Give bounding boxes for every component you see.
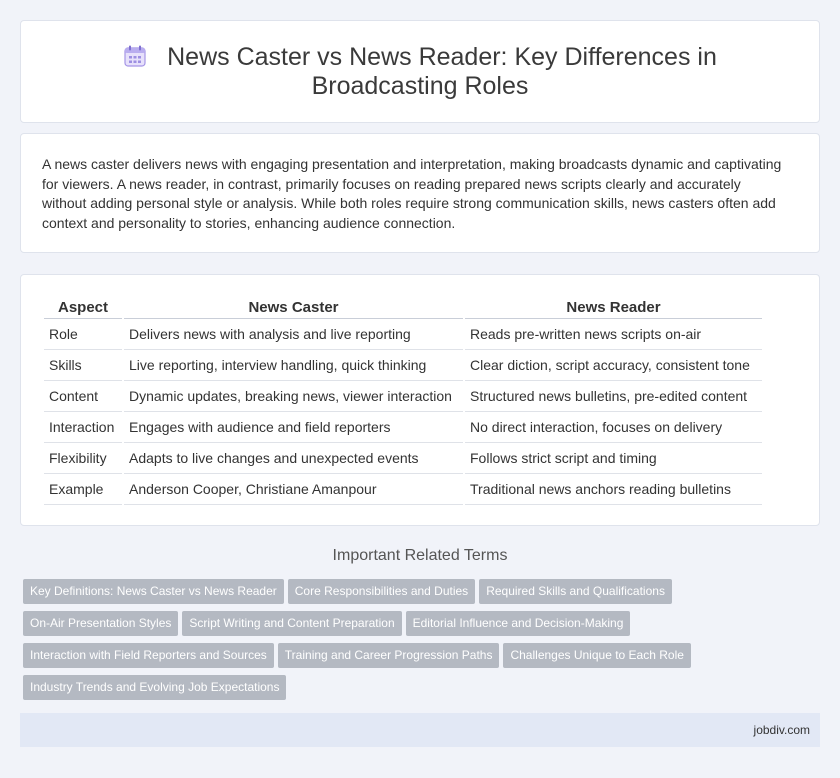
table-row: Interaction Engages with audience and fi… [44, 412, 762, 443]
cell-aspect: Skills [44, 350, 122, 381]
related-term-tag[interactable]: Editorial Influence and Decision-Making [405, 611, 631, 636]
cell-news-reader: Traditional news anchors reading bulleti… [465, 474, 762, 505]
cell-aspect: Interaction [44, 412, 122, 443]
cell-news-caster: Live reporting, interview handling, quic… [124, 350, 463, 381]
related-term-tag[interactable]: Core Responsibilities and Duties [287, 579, 476, 604]
table-header-row: Aspect News Caster News Reader [44, 297, 762, 319]
cell-news-reader: Clear diction, script accuracy, consiste… [465, 350, 762, 381]
related-term-tag[interactable]: On-Air Presentation Styles [23, 611, 179, 636]
cell-news-caster: Dynamic updates, breaking news, viewer i… [124, 381, 463, 412]
cell-news-reader: Reads pre-written news scripts on-air [465, 319, 762, 350]
intro-card: A news caster delivers news with engagin… [20, 133, 820, 253]
table-row: Example Anderson Cooper, Christiane Aman… [44, 474, 762, 505]
cell-news-reader: No direct interaction, focuses on delive… [465, 412, 762, 443]
footer: jobdiv.com [20, 713, 820, 747]
intro-paragraph: A news caster delivers news with engagin… [42, 156, 782, 231]
comparison-card: Aspect News Caster News Reader Role Deli… [20, 274, 820, 526]
related-term-tag[interactable]: Challenges Unique to Each Role [503, 643, 691, 668]
cell-news-caster: Anderson Cooper, Christiane Amanpour [124, 474, 463, 505]
cell-aspect: Content [44, 381, 122, 412]
cell-news-caster: Engages with audience and field reporter… [124, 412, 463, 443]
cell-aspect: Flexibility [44, 443, 122, 474]
table-row: Skills Live reporting, interview handlin… [44, 350, 762, 381]
comparison-table: Aspect News Caster News Reader Role Deli… [42, 297, 764, 505]
cell-news-caster: Adapts to live changes and unexpected ev… [124, 443, 463, 474]
cell-news-reader: Structured news bulletins, pre-edited co… [465, 381, 762, 412]
table-row: Content Dynamic updates, breaking news, … [44, 381, 762, 412]
cell-aspect: Role [44, 319, 122, 350]
related-term-tag[interactable]: Required Skills and Qualifications [479, 579, 672, 604]
header-news-caster: News Caster [124, 297, 463, 319]
header-aspect: Aspect [44, 297, 122, 319]
page-title: News Caster vs News Reader: Key Differen… [167, 43, 717, 100]
header-news-reader: News Reader [465, 297, 762, 319]
table-row: Role Delivers news with analysis and liv… [44, 319, 762, 350]
page-title-wrap: News Caster vs News Reader: Key Differen… [21, 43, 819, 101]
title-card: News Caster vs News Reader: Key Differen… [20, 20, 820, 123]
footer-site-link[interactable]: jobdiv.com [754, 723, 810, 737]
cell-aspect: Example [44, 474, 122, 505]
related-terms-heading: Important Related Terms [332, 547, 508, 564]
related-term-tag[interactable]: Script Writing and Content Preparation [182, 611, 402, 636]
table-row: Flexibility Adapts to live changes and u… [44, 443, 762, 474]
related-term-tag[interactable]: Key Definitions: News Caster vs News Rea… [23, 579, 284, 604]
cell-news-reader: Follows strict script and timing [465, 443, 762, 474]
related-term-tag[interactable]: Interaction with Field Reporters and Sou… [23, 643, 274, 668]
related-term-tag[interactable]: Training and Career Progression Paths [277, 643, 500, 668]
cell-news-caster: Delivers news with analysis and live rep… [124, 319, 463, 350]
related-term-tag[interactable]: Industry Trends and Evolving Job Expecta… [23, 675, 287, 700]
calendar-icon [123, 44, 147, 68]
related-terms-list: Key Definitions: News Caster vs News Rea… [23, 579, 813, 707]
